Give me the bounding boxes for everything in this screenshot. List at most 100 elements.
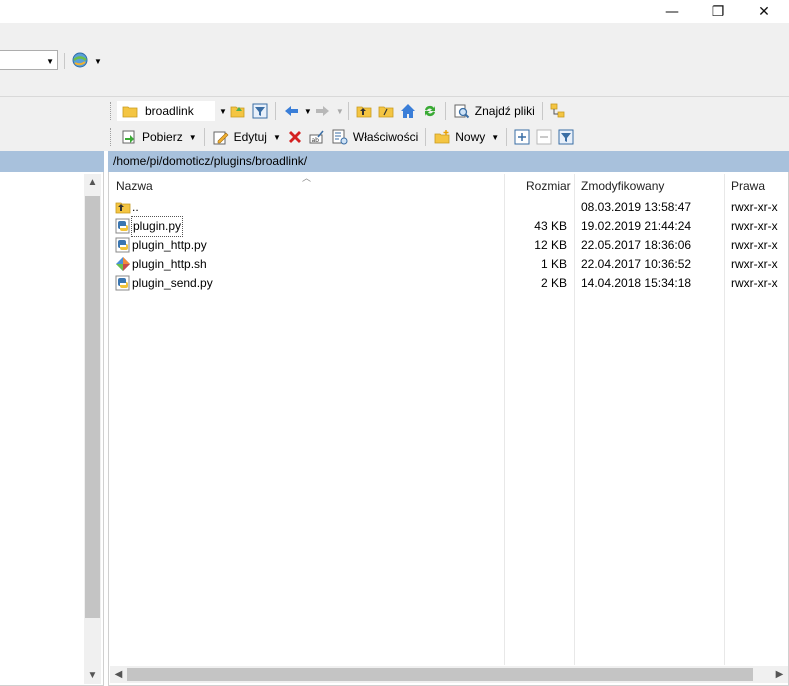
column-header-size[interactable]: Rozmiar <box>526 176 571 196</box>
restore-button[interactable]: ❐ <box>695 0 741 23</box>
scrollbar-thumb[interactable] <box>127 668 753 681</box>
file-name: plugin_http.sh <box>132 257 207 271</box>
sort-ascending-icon: ︿ <box>302 173 312 183</box>
parent-folder-icon <box>115 202 131 214</box>
remote-toolbar: broadlink ▼ ▼ ▼ Znajdź pliki Pobierz ▼ E… <box>104 97 789 151</box>
find-files-button[interactable]: Znajdź pliki <box>450 100 538 122</box>
toolbar-grip <box>110 128 113 146</box>
python-file-icon <box>115 237 130 253</box>
tree-view-icon[interactable] <box>549 102 567 120</box>
local-path-bar <box>0 151 104 172</box>
file-rights: rwxr-xr-x <box>731 238 778 252</box>
restore-icon: ❐ <box>711 3 725 20</box>
minimize-icon: — <box>665 3 679 20</box>
root-directory-icon[interactable] <box>377 102 395 120</box>
back-arrow-icon[interactable] <box>282 102 300 120</box>
file-rights: rwxr-xr-x <box>731 276 778 290</box>
remote-path-combo[interactable]: broadlink <box>117 101 215 121</box>
new-label: Nowy <box>455 130 486 144</box>
download-label: Pobierz <box>142 130 183 144</box>
chevron-down-icon: ▼ <box>188 132 197 142</box>
toolbar-separator <box>541 102 543 120</box>
chevron-down-icon: ▼ <box>46 57 54 66</box>
toolbar-separator <box>347 102 349 120</box>
python-file-icon <box>115 275 130 291</box>
remote-path-bar: /home/pi/domoticz/plugins/broadlink/ <box>108 151 789 172</box>
properties-icon <box>331 128 349 146</box>
delete-icon[interactable] <box>286 128 304 146</box>
toolbar-separator <box>64 53 65 69</box>
chevron-down-icon: ▼ <box>491 132 500 142</box>
toolbar-grip <box>110 102 113 120</box>
local-vertical-scrollbar[interactable]: ▲ ▼ <box>84 174 101 684</box>
download-icon <box>120 128 138 146</box>
svg-text:ab: ab <box>311 137 319 144</box>
close-button[interactable]: ✕ <box>741 0 787 23</box>
local-toolbar <box>0 97 104 151</box>
file-name: .. <box>132 200 139 214</box>
find-files-icon <box>453 102 471 120</box>
column-header-name[interactable]: Nazwa <box>116 176 153 196</box>
minimize-button[interactable]: — <box>649 0 695 23</box>
column-header-modified[interactable]: Zmodyfikowany <box>581 176 664 196</box>
file-modified: 22.04.2017 10:36:52 <box>581 257 692 271</box>
file-modified: 14.04.2018 15:34:18 <box>581 276 692 290</box>
remote-toolbar-row-2: Pobierz ▼ Edytuj ▼ ab Właściwości Nowy ▼ <box>104 125 577 149</box>
rename-icon[interactable]: ab <box>308 128 326 146</box>
title-bar: — ❐ ✕ <box>0 0 789 23</box>
properties-button[interactable]: Właściwości <box>328 126 421 148</box>
file-name: plugin_http.py <box>132 238 207 252</box>
file-size: 12 KB <box>534 238 567 252</box>
properties-label: Właściwości <box>352 130 419 144</box>
download-button[interactable]: Pobierz ▼ <box>117 126 200 148</box>
file-name: plugin_send.py <box>132 276 213 290</box>
close-icon: ✕ <box>758 3 770 20</box>
chevron-down-icon[interactable]: ▼ <box>304 107 312 116</box>
session-toolbar: ▼ ▼ <box>0 23 789 97</box>
file-size: 43 KB <box>534 219 567 233</box>
shell-script-icon <box>116 257 130 271</box>
forward-arrow-icon[interactable] <box>314 102 332 120</box>
toolbar-separator <box>425 128 427 146</box>
expand-icon[interactable] <box>513 128 531 146</box>
column-header-rights[interactable]: Prawa <box>731 176 765 196</box>
toolbar-separator <box>203 128 205 146</box>
refresh-icon[interactable] <box>421 102 439 120</box>
home-icon[interactable] <box>399 102 417 120</box>
scrollbar-thumb[interactable] <box>85 196 100 618</box>
scroll-down-icon[interactable]: ▼ <box>84 667 101 684</box>
edit-label: Edytuj <box>233 130 267 144</box>
scroll-up-icon[interactable]: ▲ <box>84 174 101 191</box>
chevron-down-icon[interactable]: ▼ <box>94 57 102 66</box>
remote-toolbar-row-1: broadlink ▼ ▼ ▼ Znajdź pliki <box>104 99 569 123</box>
remote-path-combo-label: broadlink <box>145 104 194 118</box>
parent-directory-icon[interactable] <box>355 102 373 120</box>
python-file-icon <box>115 218 130 234</box>
chevron-down-icon[interactable]: ▼ <box>219 107 227 116</box>
toolbar-separator <box>274 102 276 120</box>
edit-button[interactable]: Edytuj ▼ <box>209 126 284 148</box>
globe-sync-icon[interactable] <box>71 51 89 69</box>
file-modified: 08.03.2019 13:58:47 <box>581 200 692 214</box>
file-modified: 19.02.2019 21:44:24 <box>581 219 692 233</box>
session-combo[interactable]: ▼ <box>0 50 58 70</box>
collapse-icon[interactable] <box>535 128 553 146</box>
new-folder-icon <box>433 128 451 146</box>
file-size: 2 KB <box>540 276 567 290</box>
filter-icon[interactable] <box>251 102 269 120</box>
new-button[interactable]: Nowy ▼ <box>430 126 502 148</box>
find-files-label: Znajdź pliki <box>474 104 535 118</box>
scroll-right-icon[interactable]: ▶ <box>771 666 788 683</box>
chevron-down-icon: ▼ <box>272 132 281 142</box>
file-rights: rwxr-xr-x <box>731 219 778 233</box>
toolbar-separator <box>444 102 446 120</box>
edit-icon <box>212 128 230 146</box>
file-name: plugin.py <box>130 216 184 237</box>
remote-horizontal-scrollbar[interactable]: ◀ ▶ <box>110 666 788 683</box>
chevron-down-icon[interactable]: ▼ <box>336 107 344 116</box>
open-folder-icon[interactable] <box>229 102 247 120</box>
filter-icon[interactable] <box>557 128 575 146</box>
toolbar-separator <box>506 128 508 146</box>
file-size: 1 KB <box>540 257 567 271</box>
scroll-left-icon[interactable]: ◀ <box>110 666 127 683</box>
